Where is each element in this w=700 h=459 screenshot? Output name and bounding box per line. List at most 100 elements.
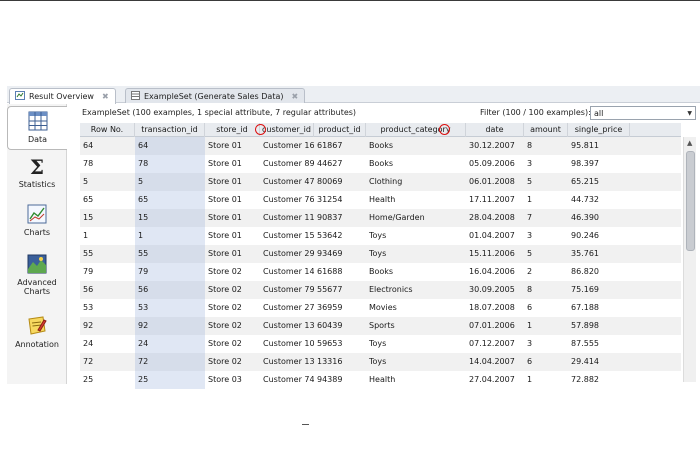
table-cell: 72: [135, 353, 205, 371]
table-cell: 55677: [317, 285, 343, 294]
column-header-row-no-[interactable]: Row No.: [80, 123, 135, 137]
column-header-customer-id[interactable]: customer_id: [260, 123, 314, 137]
exampleset-icon: [131, 90, 140, 102]
table-cell: 1: [83, 231, 89, 240]
table-cell: 3: [527, 159, 533, 168]
table-cell: Customer 16: [263, 141, 314, 150]
close-icon[interactable]: ✖: [291, 92, 298, 101]
annotation-icon: [7, 316, 67, 338]
table-cell: Customer 10: [263, 339, 314, 348]
divider: [302, 424, 309, 425]
column-header-transaction-id[interactable]: transaction_id: [135, 123, 205, 137]
table-cell: 1: [135, 227, 205, 245]
table-cell: Store 01: [208, 195, 242, 204]
table-row[interactable]: 24 24 Store 02 Customer 10 59653 Toys 07.12.20…: [80, 335, 681, 353]
table-cell: 72: [83, 357, 94, 366]
table-cell: 98.397: [571, 159, 599, 168]
table-cell: Store 01: [208, 231, 242, 240]
table-cell: 5: [83, 177, 89, 186]
table-cell: Customer 29: [263, 249, 314, 258]
table-row[interactable]: 56 56 Store 02 Customer 79 55677 Electronics 3…: [80, 281, 681, 299]
filter-dropdown[interactable]: all ▼: [590, 106, 696, 120]
table-cell: Electronics: [369, 285, 413, 294]
red-circle-annotation: [255, 124, 266, 135]
sidebar-item-data[interactable]: Data: [7, 106, 67, 150]
table-cell: Books: [369, 141, 394, 150]
scrollbar-thumb[interactable]: [686, 151, 695, 251]
table-row[interactable]: 72 72 Store 02 Customer 13 13316 Toys 14.04.20…: [80, 353, 681, 371]
table-cell: Store 01: [208, 141, 242, 150]
column-header-date[interactable]: date: [466, 123, 524, 137]
table-row[interactable]: 55 55 Store 01 Customer 29 93469 Toys 15.11.20…: [80, 245, 681, 263]
sidebar-item-label: Charts: [23, 228, 51, 237]
table-cell: 57.898: [571, 321, 599, 330]
table-cell: 46.390: [571, 213, 599, 222]
table-row[interactable]: 64 64 Store 01 Customer 16 61867 Books 30.12.2…: [80, 137, 681, 155]
sidebar-item-statistics[interactable]: Σ Statistics: [7, 156, 67, 200]
tab-label: ExampleSet (Generate Sales Data): [144, 91, 284, 101]
table-row[interactable]: 78 78 Store 01 Customer 89 44627 Books 05.09.2…: [80, 155, 681, 173]
exampleset-summary: ExampleSet (100 examples, 1 special attr…: [82, 108, 357, 117]
tab-result-overview[interactable]: Result Overview ✖: [9, 88, 116, 104]
table-cell: 53: [135, 299, 205, 317]
sidebar-item-annotation[interactable]: Annotation: [7, 316, 67, 360]
table-row[interactable]: 65 65 Store 01 Customer 76 31254 Health 17.11.…: [80, 191, 681, 209]
sigma-icon: Σ: [29, 155, 45, 179]
close-icon[interactable]: ✖: [102, 92, 109, 101]
table-cell: 30.12.2007: [469, 141, 515, 150]
table-cell: Store 03: [208, 375, 242, 384]
table-cell: 1: [527, 375, 533, 384]
table-row[interactable]: 5 5 Store 01 Customer 47 80069 Clothing 06.01.…: [80, 173, 681, 191]
tab-exampleset[interactable]: ExampleSet (Generate Sales Data) ✖: [125, 88, 306, 103]
scroll-up-arrow-icon[interactable]: ▲: [687, 139, 692, 147]
table-cell: 79: [83, 267, 94, 276]
table-cell: 6: [527, 357, 533, 366]
table-header: Row No. transaction_id store_id customer_id…: [80, 123, 681, 137]
table-cell: 80069: [317, 177, 343, 186]
table-row[interactable]: 53 53 Store 02 Customer 27 36959 Movies 18.07.…: [80, 299, 681, 317]
table-cell: 92: [83, 321, 94, 330]
table-cell: 18.07.2008: [469, 303, 515, 312]
table-cell: 55: [135, 245, 205, 263]
table-row[interactable]: 92 92 Store 02 Customer 13 60439 Sports 07.01.…: [80, 317, 681, 335]
table-cell: 78: [83, 159, 94, 168]
table-cell: 8: [527, 141, 533, 150]
table-cell: 93469: [317, 249, 343, 258]
table-cell: 90837: [317, 213, 343, 222]
table-cell: 44627: [317, 159, 343, 168]
table-cell: 55: [83, 249, 94, 258]
table-cell: 87.555: [571, 339, 599, 348]
table-cell: Customer 79: [263, 285, 314, 294]
table-cell: Clothing: [369, 177, 403, 186]
tab-label: Result Overview: [29, 92, 94, 101]
table-cell: 64: [83, 141, 94, 150]
table-cell: Store 01: [208, 213, 242, 222]
table-cell: 2: [527, 267, 533, 276]
column-header-product-category[interactable]: product_category: [366, 123, 466, 137]
table-cell: 3: [527, 231, 533, 240]
table-cell: 06.01.2008: [469, 177, 515, 186]
table-cell: Toys: [369, 339, 387, 348]
view-sidebar: Data Σ Statistics Charts Advanced Charts…: [7, 104, 67, 384]
column-header-store-id[interactable]: store_id: [205, 123, 260, 137]
column-header-single-price[interactable]: single_price: [568, 123, 630, 137]
sidebar-item-advanced-charts[interactable]: Advanced Charts: [7, 254, 67, 308]
column-header-product-id[interactable]: product_id: [314, 123, 366, 137]
table-row[interactable]: 79 79 Store 02 Customer 14 61688 Books 16.04.2…: [80, 263, 681, 281]
table-cell: Store 02: [208, 267, 242, 276]
table-cell: 07.12.2007: [469, 339, 515, 348]
table-cell: Customer 15: [263, 231, 314, 240]
table-cell: 75.169: [571, 285, 599, 294]
table-row[interactable]: 25 25 Store 03 Customer 74 94389 Health 27.04.…: [80, 371, 681, 389]
column-header-amount[interactable]: amount: [524, 123, 568, 137]
table-cell: 15: [83, 213, 94, 222]
sidebar-item-charts[interactable]: Charts: [7, 204, 67, 248]
table-cell: Customer 13: [263, 321, 314, 330]
table-cell: 90.246: [571, 231, 599, 240]
table-cell: 15: [135, 209, 205, 227]
table-row[interactable]: 15 15 Store 01 Customer 11 90837 Home/Garden 2…: [80, 209, 681, 227]
sidebar-item-label: Annotation: [15, 340, 59, 349]
vertical-scrollbar[interactable]: ▲: [683, 137, 696, 382]
data-table-icon: [8, 111, 67, 133]
table-row[interactable]: 1 1 Store 01 Customer 15 53642 Toys 01.04.2007…: [80, 227, 681, 245]
